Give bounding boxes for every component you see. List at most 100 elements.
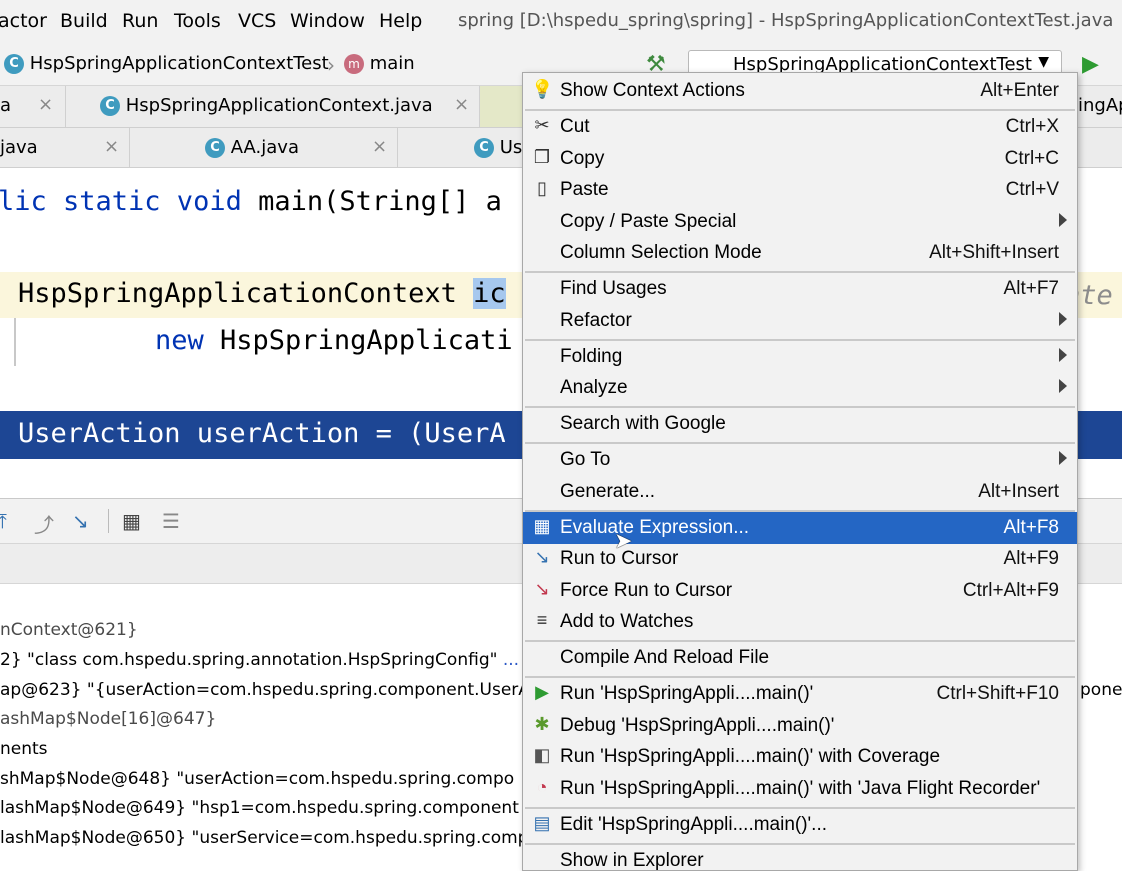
- menu-item-compile-and-reload[interactable]: Compile And Reload File: [523, 642, 1077, 674]
- menu-help[interactable]: Help: [379, 10, 422, 32]
- breadcrumb-method[interactable]: m main: [344, 53, 415, 74]
- submenu-arrow-icon: [1059, 379, 1067, 393]
- variable-row[interactable]: lashMap$Node@650} "userService=com.hsped…: [0, 828, 528, 848]
- code-line-user-action: UserAction userAction = (UserA: [18, 418, 506, 449]
- menu-item-run-with-flight-recorder[interactable]: ◔ Run 'HspSpringAppli....main()' with 'Ja…: [523, 773, 1077, 805]
- drop-frame-icon[interactable]: ⤴: [34, 509, 54, 538]
- run-icon: ▶: [535, 682, 549, 702]
- tab-label: Us: [499, 137, 523, 158]
- watches-icon: ≡: [536, 610, 548, 630]
- menu-item-refactor[interactable]: Refactor: [523, 305, 1077, 337]
- class-icon: C: [100, 96, 120, 116]
- menu-item-find-usages[interactable]: Find Usages Alt+F7: [523, 273, 1077, 305]
- tab-aa-java[interactable]: C AA.java ×: [130, 128, 398, 167]
- menu-item-search-with-google[interactable]: Search with Google: [523, 408, 1077, 440]
- menu-item-copy-paste-special[interactable]: Copy / Paste Special: [523, 206, 1077, 238]
- tab-hspspringapplicationcontext[interactable]: C HspSpringApplicationContext.java ×: [66, 86, 480, 127]
- menu-item-generate[interactable]: Generate... Alt+Insert: [523, 476, 1077, 508]
- tab-active-partial[interactable]: [480, 86, 524, 127]
- menu-window[interactable]: Window: [290, 10, 365, 32]
- variable-row[interactable]: nents: [0, 739, 48, 759]
- editor-context-menu: 💡 Show Context Actions Alt+Enter ✂ Cut Ctrl+…: [522, 72, 1078, 871]
- class-icon: C: [205, 138, 225, 158]
- toolbar-divider: [108, 509, 109, 533]
- close-icon[interactable]: ×: [38, 94, 53, 115]
- breadcrumb-class[interactable]: C HspSpringApplicationContextTest: [4, 53, 329, 74]
- chevron-down-icon: ▼: [1038, 54, 1049, 70]
- tab-label: AA.java: [230, 137, 299, 158]
- tab-label: HspSpringApplicationContext.java: [125, 95, 433, 116]
- menu-item-go-to[interactable]: Go To: [523, 444, 1077, 476]
- menu-bar: actor Build Run Tools VCS Window Help sp…: [0, 0, 1122, 44]
- menu-run[interactable]: Run: [122, 10, 158, 32]
- code-line-new-context: new HspSpringApplicati: [155, 325, 513, 356]
- menu-item-show-context-actions[interactable]: 💡 Show Context Actions Alt+Enter: [523, 75, 1077, 107]
- submenu-arrow-icon: [1059, 213, 1067, 227]
- breadcrumb-class-label: HspSpringApplicationContextTest: [29, 53, 329, 74]
- step-out-icon[interactable]: ⤒: [0, 509, 7, 533]
- tab-springapp-partial[interactable]: ingApp: [1078, 86, 1122, 127]
- menu-refactor[interactable]: actor: [0, 10, 47, 32]
- mouse-cursor-icon: ➤: [614, 529, 633, 554]
- evaluate-expression-icon[interactable]: ▦: [122, 509, 141, 533]
- menu-item-run-with-coverage[interactable]: ◧ Run 'HspSpringAppli....main()' with Cov…: [523, 741, 1077, 773]
- breadcrumb-method-label: main: [369, 53, 415, 74]
- tab-label: ingApp: [1078, 95, 1122, 116]
- method-icon: m: [344, 54, 364, 74]
- run-icon[interactable]: ▶: [1082, 52, 1099, 77]
- variable-row[interactable]: ap@623} "{userAction=com.hspedu.spring.c…: [0, 680, 530, 700]
- menu-item-debug-main[interactable]: ✱ Debug 'HspSpringAppli....main()': [523, 710, 1077, 742]
- tab-a[interactable]: a ×: [0, 86, 66, 127]
- close-icon[interactable]: ×: [104, 136, 119, 157]
- submenu-arrow-icon: [1059, 312, 1067, 326]
- menu-item-edit-configuration[interactable]: ▤ Edit 'HspSpringAppli....main()'...: [523, 809, 1077, 841]
- menu-item-add-to-watches[interactable]: ≡ Add to Watches: [523, 606, 1077, 638]
- variable-row-overflow: pone: [1080, 680, 1122, 700]
- tab-us-partial[interactable]: C Us: [398, 128, 524, 167]
- submenu-arrow-icon: [1059, 451, 1067, 465]
- menu-item-run-to-cursor[interactable]: ↘ Run to Cursor Alt+F9: [523, 543, 1077, 575]
- run-to-cursor-icon: ↘: [534, 547, 550, 567]
- submenu-arrow-icon: [1059, 348, 1067, 362]
- tab-label: java: [0, 137, 38, 158]
- menu-item-copy[interactable]: ❐ Copy Ctrl+C: [523, 143, 1077, 175]
- run-to-cursor-icon[interactable]: ↘: [72, 509, 89, 533]
- class-icon: C: [4, 54, 24, 74]
- tab-java[interactable]: java ×: [0, 128, 130, 167]
- code-line-context-decl: HspSpringApplicationContext ic: [18, 278, 506, 309]
- menu-item-show-in-explorer[interactable]: Show in Explorer: [523, 845, 1077, 871]
- menu-item-paste[interactable]: ▯ Paste Ctrl+V: [523, 174, 1077, 206]
- variable-row[interactable]: 2} "class com.hspedu.spring.annotation.H…: [0, 650, 519, 670]
- lightbulb-icon: 💡: [531, 79, 554, 99]
- menu-item-run-main[interactable]: ▶ Run 'HspSpringAppli....main()' Ctrl+Shif…: [523, 678, 1077, 710]
- menu-build[interactable]: Build: [60, 10, 108, 32]
- menu-vcs[interactable]: VCS: [238, 10, 276, 32]
- flight-recorder-icon: ◔: [536, 777, 548, 797]
- paste-icon: ▯: [537, 178, 547, 198]
- menu-item-column-selection-mode[interactable]: Column Selection Mode Alt+Shift+Insert: [523, 237, 1077, 269]
- variable-row[interactable]: lashMap$Node@649} "hsp1=com.hspedu.sprin…: [0, 798, 519, 818]
- variable-row[interactable]: ashMap$Node[16]@647}: [0, 709, 216, 729]
- breadcrumb-separator: ›: [327, 53, 335, 77]
- calculator-icon: ▦: [533, 516, 551, 536]
- menu-tools[interactable]: Tools: [174, 10, 221, 32]
- menu-item-cut[interactable]: ✂ Cut Ctrl+X: [523, 111, 1077, 143]
- debug-icon: ✱: [534, 714, 550, 734]
- close-icon[interactable]: ×: [454, 94, 469, 115]
- force-run-to-cursor-icon: ↘: [534, 579, 550, 599]
- code-line-main-signature: lic static void main(String[] a: [0, 186, 502, 217]
- menu-item-force-run-to-cursor[interactable]: ↘ Force Run to Cursor Ctrl+Alt+F9: [523, 575, 1077, 607]
- menu-item-folding[interactable]: Folding: [523, 341, 1077, 373]
- trace-icon[interactable]: ☰: [162, 509, 180, 533]
- variable-row[interactable]: shMap$Node@648} "userAction=com.hspedu.s…: [0, 769, 514, 789]
- edit-config-icon: ▤: [533, 813, 551, 833]
- coverage-icon: ◧: [533, 745, 551, 765]
- close-icon[interactable]: ×: [372, 136, 387, 157]
- tab-label: a: [0, 95, 12, 116]
- variable-row[interactable]: nContext@621}: [0, 620, 138, 640]
- copy-icon: ❐: [533, 147, 551, 167]
- window-title: spring [D:\hspedu_spring\spring] - HspSp…: [458, 10, 1114, 31]
- scissors-icon: ✂: [534, 115, 550, 135]
- menu-item-evaluate-expression[interactable]: ▦ Evaluate Expression... Alt+F8: [523, 512, 1077, 544]
- menu-item-analyze[interactable]: Analyze: [523, 372, 1077, 404]
